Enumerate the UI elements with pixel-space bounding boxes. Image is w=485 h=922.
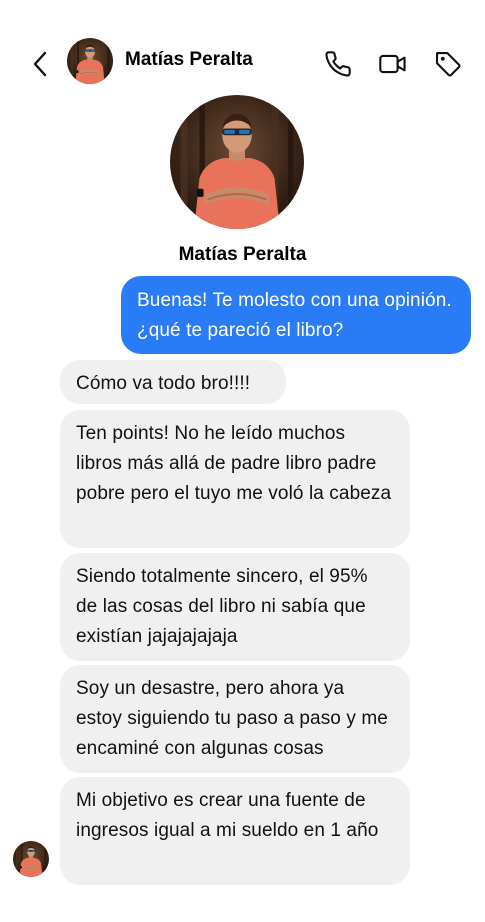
outgoing-message[interactable]: Buenas! Te molesto con una opinión. ¿qué… <box>121 276 471 354</box>
chat-screen: Matías Peralta Matías Peralta Buenas! Te… <box>0 0 485 922</box>
profile-avatar[interactable] <box>170 95 304 229</box>
tag-icon <box>435 51 461 77</box>
back-button[interactable] <box>26 48 54 80</box>
incoming-message[interactable]: Cómo va todo bro!!!! <box>60 360 286 404</box>
call-button[interactable] <box>322 48 354 80</box>
incoming-message[interactable]: Ten points! No he leído muchos libros má… <box>60 410 410 548</box>
incoming-message[interactable]: Mi objetivo es crear una fuente de ingre… <box>60 777 410 885</box>
phone-icon <box>325 51 351 77</box>
contact-name[interactable]: Matías Peralta <box>125 49 253 71</box>
sender-avatar[interactable] <box>13 841 49 877</box>
tag-button[interactable] <box>432 48 464 80</box>
video-camera-icon <box>379 54 406 74</box>
chevron-left-icon <box>33 51 47 77</box>
incoming-message[interactable]: Siendo totalmente sincero, el 95% de las… <box>60 553 410 661</box>
incoming-message[interactable]: Soy un desastre, pero ahora ya estoy sig… <box>60 665 410 773</box>
avatar[interactable] <box>67 38 113 84</box>
profile-name: Matías Peralta <box>178 244 307 265</box>
video-call-button[interactable] <box>377 48 409 80</box>
